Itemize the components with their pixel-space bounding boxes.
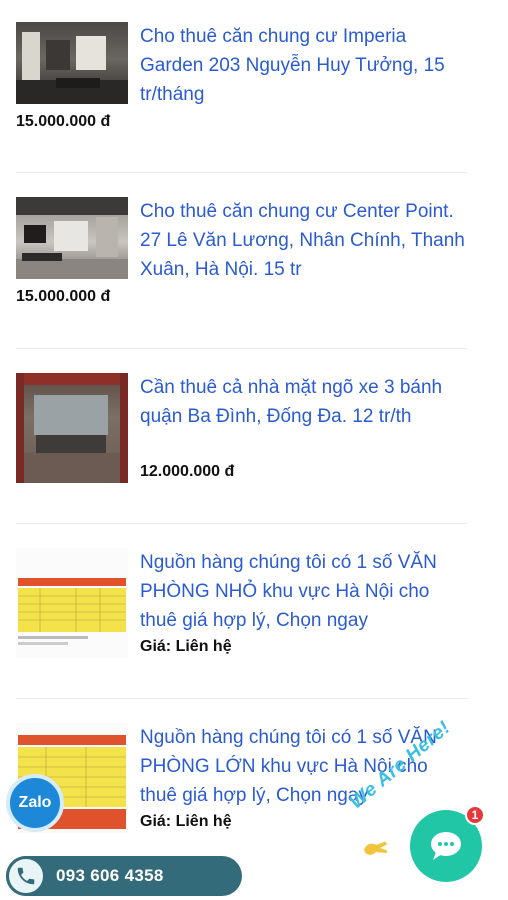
phone-icon bbox=[6, 856, 46, 896]
house-photo[interactable] bbox=[16, 373, 128, 483]
listing-price: 12.000.000 đ bbox=[140, 463, 235, 480]
call-phone-button[interactable]: 093 606 4358 bbox=[6, 856, 242, 896]
listing-title[interactable]: Cho thuê căn chung cư Center Point. 27 L… bbox=[140, 197, 468, 284]
chat-notification-badge: 1 bbox=[465, 805, 485, 825]
price-value: Liên hệ bbox=[175, 813, 232, 830]
listing-title[interactable]: Cần thuê cả nhà mặt ngõ xe 3 bánh quận B… bbox=[140, 373, 468, 431]
listing-price: Giá: Liên hệ bbox=[140, 636, 232, 658]
zalo-label: Zalo bbox=[18, 794, 52, 811]
phone-number: 093 606 4358 bbox=[56, 866, 164, 885]
price-value: Liên hệ bbox=[175, 638, 232, 655]
listing-item: Cần thuê cả nhà mặt ngõ xe 3 bánh quận B… bbox=[16, 373, 468, 493]
listing-title[interactable]: Nguồn hàng chúng tôi có 1 số VĂN PHÒNG N… bbox=[140, 548, 468, 635]
waving-hand-icon bbox=[360, 836, 390, 860]
price-sheet-image[interactable] bbox=[16, 548, 128, 658]
listing-title[interactable]: Cho thuê căn chung cư Imperia Garden 203… bbox=[140, 22, 468, 109]
zalo-button[interactable]: Zalo bbox=[6, 774, 64, 832]
listing-item: Cho thuê căn chung cư Imperia Garden 203… bbox=[16, 22, 468, 142]
listing-price: 15.000.000 đ bbox=[16, 288, 111, 305]
listing-divider bbox=[16, 698, 468, 699]
listing-item: Nguồn hàng chúng tôi có 1 số VĂN PHÒNG L… bbox=[16, 723, 468, 843]
living-room-photo[interactable] bbox=[16, 22, 128, 104]
apartment-photo[interactable] bbox=[16, 197, 128, 279]
listing-divider bbox=[16, 348, 468, 349]
chat-bubble-icon bbox=[431, 832, 461, 860]
listing-item: Nguồn hàng chúng tôi có 1 số VĂN PHÒNG N… bbox=[16, 548, 468, 668]
price-label: Giá: bbox=[140, 813, 172, 830]
listing-divider bbox=[16, 172, 468, 173]
listing-item: Cho thuê căn chung cư Center Point. 27 L… bbox=[16, 197, 468, 317]
listing-divider bbox=[16, 523, 468, 524]
listing-price: Giá: Liên hệ bbox=[140, 811, 232, 833]
price-label: Giá: bbox=[140, 638, 172, 655]
listing-price: 15.000.000 đ bbox=[16, 113, 111, 130]
